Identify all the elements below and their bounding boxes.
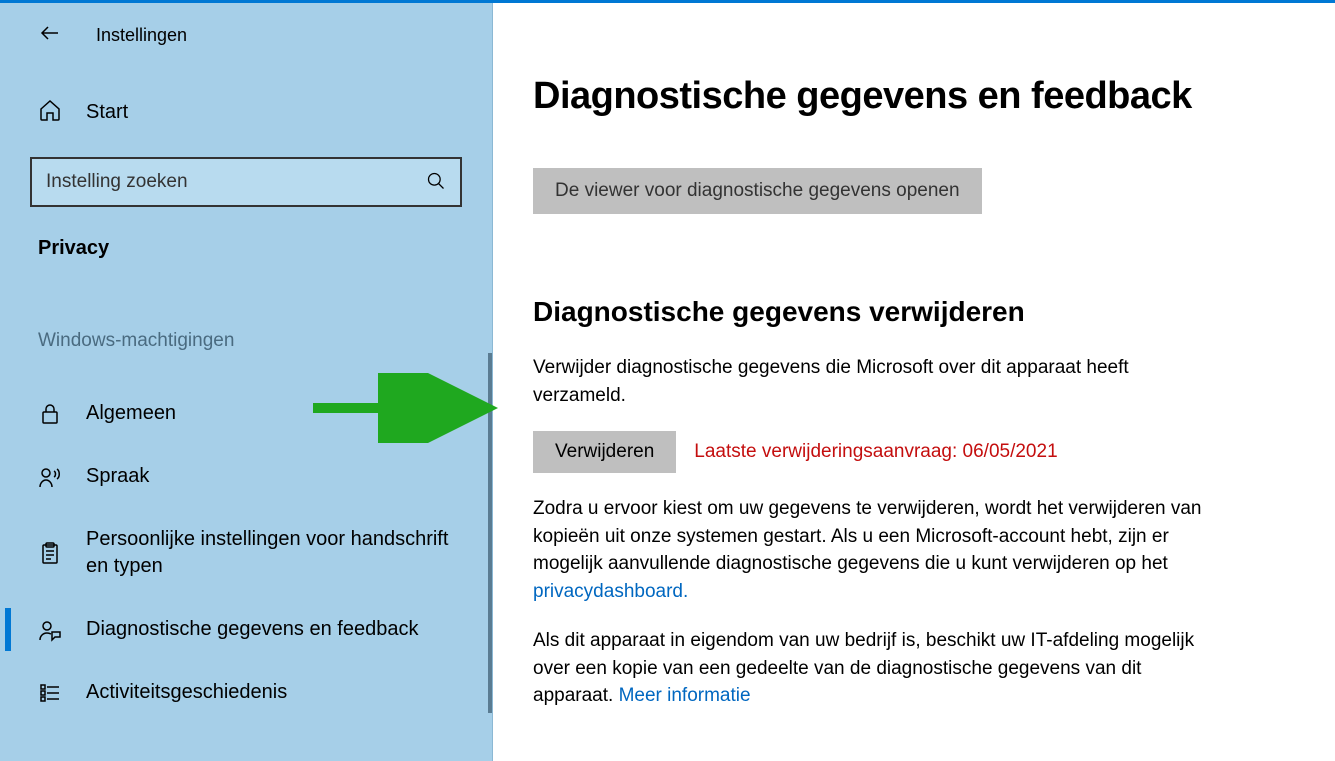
delete-explain-paragraph: Zodra u ervoor kiest om uw gegevens te v… (533, 495, 1213, 605)
titlebar: Instellingen (0, 21, 492, 50)
page-title: Diagnostische gegevens en feedback (533, 75, 1283, 118)
clipboard-icon (38, 541, 62, 565)
app-title: Instellingen (96, 25, 187, 46)
sidebar-item-diagnostics[interactable]: Diagnostische gegevens en feedback (0, 598, 492, 661)
open-viewer-button[interactable]: De viewer voor diagnostische gegevens op… (533, 168, 982, 214)
more-info-link[interactable]: Meer informatie (619, 685, 751, 706)
last-delete-request: Laatste verwijderingsaanvraag: 06/05/202… (694, 441, 1057, 463)
home-label: Start (86, 101, 128, 124)
sidebar-item-activity[interactable]: Activiteitsgeschiedenis (0, 661, 492, 724)
nav-label-speech: Spraak (86, 463, 149, 490)
sidebar-scrollbar[interactable] (488, 353, 492, 713)
timeline-icon (38, 681, 62, 705)
feedback-icon (38, 618, 62, 642)
search-button[interactable] (426, 171, 446, 194)
home-button[interactable]: Start (0, 98, 492, 127)
delete-section-title: Diagnostische gegevens verwijderen (533, 296, 1283, 328)
enterprise-paragraph: Als dit apparaat in eigendom van uw bedr… (533, 627, 1213, 710)
search-box[interactable] (30, 157, 462, 207)
delete-row: Verwijderen Laatste verwijderingsaanvraa… (533, 431, 1283, 473)
nav-label-inking: Persoonlijke instellingen voor handschri… (86, 526, 462, 580)
nav-label-activity: Activiteitsgeschiedenis (86, 679, 287, 706)
delete-button[interactable]: Verwijderen (533, 431, 676, 473)
search-input[interactable] (46, 171, 426, 193)
sidebar-item-speech[interactable]: Spraak (0, 445, 492, 508)
sidebar-item-inking[interactable]: Persoonlijke instellingen voor handschri… (0, 508, 492, 598)
para2-text: Zodra u ervoor kiest om uw gegevens te v… (533, 498, 1202, 574)
nav-label-general: Algemeen (86, 400, 176, 427)
delete-intro-text: Verwijder diagnostische gegevens die Mic… (533, 354, 1213, 409)
sidebar-item-general[interactable]: Algemeen (0, 382, 492, 445)
nav-label-diagnostics: Diagnostische gegevens en feedback (86, 616, 418, 643)
sidebar: Instellingen Start Privacy Windows-macht… (0, 3, 493, 761)
main-content: Diagnostische gegevens en feedback De vi… (493, 3, 1323, 761)
privacy-dashboard-link[interactable]: privacydashboard. (533, 581, 688, 602)
category-label: Privacy (0, 237, 492, 260)
speech-icon (38, 465, 62, 489)
back-icon[interactable] (38, 21, 62, 50)
home-icon (38, 98, 62, 127)
search-icon (426, 179, 446, 194)
group-header: Windows-machtigingen (0, 330, 492, 352)
lock-icon (38, 402, 62, 426)
